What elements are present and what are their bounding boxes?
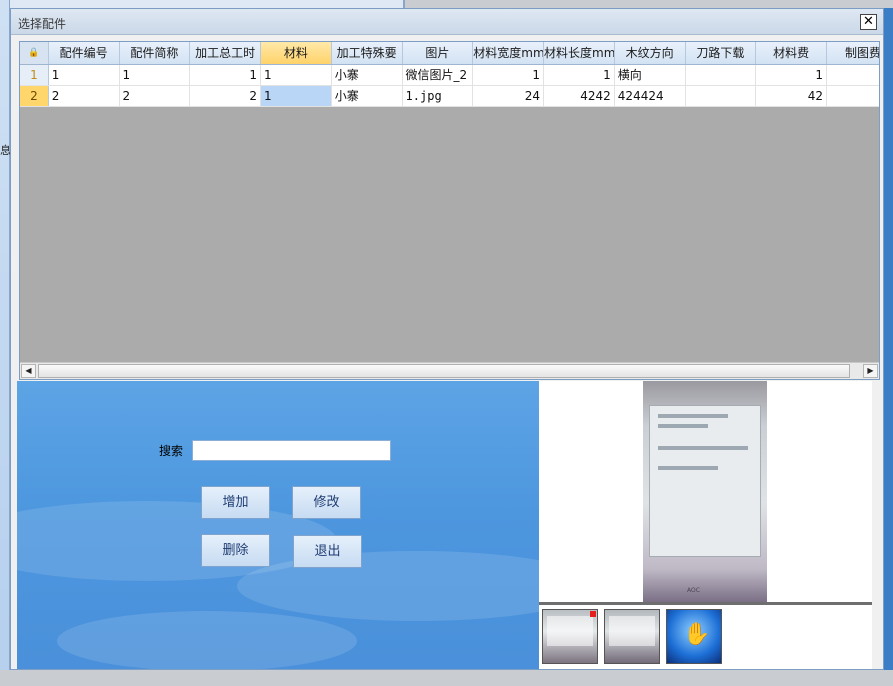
cell[interactable]: 424424: [614, 85, 686, 107]
cell[interactable]: 1: [260, 64, 332, 86]
col-header-total-hours[interactable]: 加工总工时: [189, 42, 262, 65]
desktop-bottom: [0, 670, 893, 686]
cell[interactable]: 42: [755, 85, 828, 107]
delete-button[interactable]: 删除: [201, 534, 270, 567]
photo-detail: [658, 446, 748, 450]
cell[interactable]: [685, 85, 757, 107]
table-row[interactable]: 1 1 1 1 1 小寨 微信图片_2 1 1 横向 1: [20, 64, 879, 86]
cell[interactable]: [685, 64, 757, 86]
desktop-top-strip: [10, 0, 405, 8]
thumbnail-screen: [547, 616, 593, 646]
col-header-length[interactable]: 材料长度mm: [543, 42, 615, 65]
cell[interactable]: 2: [189, 85, 262, 107]
selected-marker-icon: [590, 611, 596, 617]
col-header-special-req[interactable]: 加工特殊要: [331, 42, 403, 65]
col-header-grain[interactable]: 木纹方向: [614, 42, 686, 65]
photo-detail: [658, 414, 728, 418]
exit-button[interactable]: 退出: [293, 535, 362, 568]
horizontal-scrollbar[interactable]: ◀ ▶: [20, 362, 879, 379]
parts-grid[interactable]: 🔒 配件编号 配件简称 加工总工时 材料 加工特殊要 图片 材料宽度mm 材料长…: [19, 41, 880, 380]
cell-selected[interactable]: 1: [260, 85, 332, 107]
cell[interactable]: 1.jpg: [402, 85, 474, 107]
search-label: 搜索: [159, 444, 184, 458]
cell[interactable]: 小寨: [331, 64, 403, 86]
cell[interactable]: 小寨: [331, 85, 403, 107]
cell[interactable]: 横向: [614, 64, 686, 86]
col-header-image[interactable]: 图片: [402, 42, 474, 65]
cell[interactable]: 1: [119, 64, 191, 86]
cell[interactable]: 1: [48, 64, 120, 86]
image-preview[interactable]: AOC: [539, 381, 872, 602]
photo-monitor-screen: [649, 405, 761, 557]
thumbnail-3[interactable]: ✋: [666, 609, 722, 664]
select-part-dialog: 选择配件 ✕ 🔒 配件编号 配件简称 加工总工时 材料 加工特殊要 图片 材料宽…: [10, 8, 884, 670]
cell[interactable]: [826, 64, 879, 86]
close-button[interactable]: ✕: [860, 14, 877, 30]
table-row[interactable]: 2 2 2 2 1 小寨 1.jpg 24 4242 424424 42 4: [20, 85, 879, 107]
col-header-width[interactable]: 材料宽度mm: [472, 42, 545, 65]
cell[interactable]: 微信图片_2: [402, 64, 474, 86]
col-header-part-no[interactable]: 配件编号: [48, 42, 120, 65]
cell[interactable]: 4: [826, 85, 879, 107]
cell[interactable]: 24: [472, 85, 545, 107]
thumbnail-1[interactable]: [542, 609, 598, 664]
dialog-title: 选择配件: [18, 17, 67, 31]
cell[interactable]: 2: [119, 85, 191, 107]
header-row: 🔒 配件编号 配件简称 加工总工时 材料 加工特殊要 图片 材料宽度mm 材料长…: [20, 42, 879, 65]
cell[interactable]: 1: [189, 64, 262, 86]
thumbnail-screen: [609, 616, 655, 646]
col-header-material-fee[interactable]: 材料费: [755, 42, 828, 65]
row-number[interactable]: 2: [20, 85, 49, 107]
hand-icon: ✋: [683, 622, 711, 647]
scroll-left-icon[interactable]: ◀: [21, 364, 36, 378]
cell[interactable]: 1: [543, 64, 615, 86]
cell[interactable]: 1: [755, 64, 828, 86]
preview-photo: AOC: [643, 381, 767, 602]
photo-detail: [658, 466, 718, 470]
search-input[interactable]: [192, 440, 391, 461]
thumbnail-2[interactable]: [604, 609, 660, 664]
col-header-material[interactable]: 材料: [260, 42, 332, 65]
cell[interactable]: 1: [472, 64, 545, 86]
photo-brand-text: AOC: [687, 587, 700, 594]
lock-icon[interactable]: 🔒: [20, 42, 49, 65]
desktop-left-edge: [0, 0, 10, 686]
titlebar[interactable]: 选择配件 ✕: [11, 9, 883, 35]
background-cloud: [57, 611, 357, 669]
add-button[interactable]: 增加: [201, 486, 270, 519]
photo-detail: [658, 424, 708, 428]
parts-table: 🔒 配件编号 配件简称 加工总工时 材料 加工特殊要 图片 材料宽度mm 材料长…: [20, 42, 879, 107]
scroll-thumb[interactable]: [38, 364, 850, 378]
col-header-part-short[interactable]: 配件简称: [119, 42, 191, 65]
thumbnail-strip: ✋: [539, 605, 872, 669]
desktop-top-right: [405, 0, 893, 8]
col-header-toolpath[interactable]: 刀路下载: [685, 42, 757, 65]
cell[interactable]: 2: [48, 85, 120, 107]
action-panel: 搜索 增加 修改 删除 退出: [17, 381, 539, 669]
cell[interactable]: 4242: [543, 85, 615, 107]
edit-button[interactable]: 修改: [292, 486, 361, 519]
row-number[interactable]: 1: [20, 64, 49, 86]
col-header-drawing-fee[interactable]: 制图费: [826, 42, 879, 65]
scroll-right-icon[interactable]: ▶: [863, 364, 878, 378]
